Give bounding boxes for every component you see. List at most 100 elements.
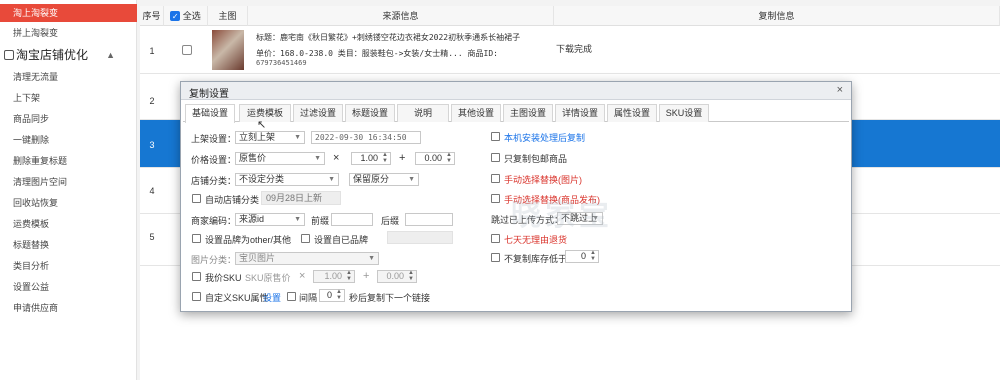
tab-basic[interactable]: 基础设置 — [185, 104, 235, 123]
sidebar-item-top-2[interactable]: 拼上淘裂变 — [0, 24, 137, 42]
sidebar-item-sync[interactable]: 商品同步 — [0, 110, 137, 128]
listing-datetime-input[interactable]: 2022-09-30 16:34:50 — [311, 131, 421, 144]
tab-title[interactable]: 标题设置 — [345, 104, 395, 122]
col-header-copy: 复制信息 — [554, 6, 1000, 26]
price-select[interactable]: 原售价 ▼ — [235, 152, 325, 165]
tab-attribute[interactable]: 属性设置 — [607, 104, 657, 122]
image-category-select[interactable]: 宝贝图片 ▼ — [235, 252, 379, 265]
min-stock-checkbox[interactable] — [491, 253, 500, 262]
settings-tabs: 基础设置 运费模板 过滤设置 标题设置 说明 其他设置 主图设置 详情设置 属性… — [183, 104, 849, 123]
listing-select[interactable]: 立刻上架 ▼ — [235, 131, 305, 144]
prefix-input[interactable] — [331, 213, 373, 226]
select-all-label: 全选 — [182, 11, 201, 21]
interval-checkbox[interactable] — [287, 292, 296, 301]
brand-other-label: 设置品牌为other/其他 — [205, 235, 292, 245]
sku-price-checkbox[interactable] — [192, 272, 201, 281]
brand-input[interactable] — [387, 231, 453, 244]
category-select[interactable]: 不设定分类 ▼ — [235, 173, 339, 186]
close-icon[interactable]: × — [837, 84, 843, 96]
sidebar: 淘上淘裂变 拼上淘裂变 淘宝店铺优化 ▲ 清理无流量 上下架 商品同步 一键删除… — [0, 0, 137, 380]
brand-other-checkbox[interactable] — [192, 234, 201, 243]
option-checkbox-2[interactable] — [491, 153, 500, 162]
copy-status: 下载完成 — [556, 44, 593, 54]
sku-add-value: 0.00 — [386, 271, 404, 281]
product-thumbnail — [212, 30, 244, 70]
row-checkbox[interactable] — [182, 45, 192, 55]
suffix-input[interactable] — [405, 213, 453, 226]
tab-main-image[interactable]: 主图设置 — [503, 104, 553, 122]
suffix-label: 后缀 — [381, 216, 400, 226]
spinner-icon[interactable]: ▲ ▼ — [590, 250, 596, 262]
sku-plus-sign: + — [363, 270, 370, 282]
tab-other[interactable]: 其他设置 — [451, 104, 501, 122]
sidebar-item-clean-traffic[interactable]: 清理无流量 — [0, 68, 137, 86]
price-add-input[interactable]: 0.00 ▲ ▼ — [415, 152, 455, 165]
tab-sku[interactable]: SKU设置 — [659, 104, 709, 122]
dialog-title-bar[interactable]: 复制设置 × — [181, 82, 851, 100]
option-checkbox-4[interactable] — [491, 194, 500, 203]
source-id: 679736451469 — [256, 59, 307, 67]
option-checkbox-1[interactable] — [491, 132, 500, 141]
tab-filter[interactable]: 过滤设置 — [293, 104, 343, 122]
sku-add-input[interactable]: 0.00 ▲ ▼ — [377, 270, 417, 283]
sidebar-item-category[interactable]: 类目分析 — [0, 257, 137, 275]
chevron-down-icon: ▼ — [294, 134, 301, 141]
price-factor-value: 1.00 — [360, 153, 378, 163]
sidebar-item-shipping[interactable]: 运费模板 — [0, 215, 137, 233]
min-stock-input[interactable]: 0 ▲ ▼ — [565, 250, 599, 263]
chevron-down-icon: ▼ — [314, 155, 321, 162]
row-number: 2 — [149, 96, 155, 106]
price-factor-input[interactable]: 1.00 ▲ ▼ — [351, 152, 391, 165]
source-title: 标题：鹿宅南《秋日繁花》+刺绣镂空花边衣裙女2022初秋季通系长袖裙子 — [256, 33, 521, 42]
row-number: 4 — [149, 186, 155, 196]
merchant-code-label: 商家编码： — [191, 216, 237, 226]
col-header-image: 主图 — [208, 6, 248, 26]
custom-sku-label: 自定义SKU属性 — [205, 293, 269, 303]
sku-factor-value: 1.00 — [324, 271, 342, 281]
listing-select-value: 立刻上架 — [239, 132, 276, 142]
min-stock-label: 不复制库存低于 — [504, 254, 568, 264]
spinner-icon[interactable]: ▲ ▼ — [408, 270, 414, 282]
brand-self-checkbox[interactable] — [301, 234, 310, 243]
row-number: 3 — [149, 140, 155, 150]
option-checkbox-3[interactable] — [491, 174, 500, 183]
sidebar-item-supplier[interactable]: 申请供应商 — [0, 299, 137, 317]
option-label-3: 手动选择替换(图片) — [504, 175, 582, 185]
select-all-checkbox[interactable]: ✓ — [170, 11, 181, 21]
mouse-cursor-icon: ↖ — [257, 119, 267, 131]
prefix-label: 前缀 — [311, 216, 330, 226]
tab-detail[interactable]: 详情设置 — [555, 104, 605, 122]
price-add-value: 0.00 — [424, 153, 442, 163]
sidebar-item-listing[interactable]: 上下架 — [0, 89, 137, 107]
sku-factor-input[interactable]: 1.00 ▲ ▼ — [313, 270, 355, 283]
chevron-down-icon: ▼ — [294, 216, 301, 223]
custom-sku-settings-link[interactable]: 设置 — [263, 291, 281, 304]
category-keep-select[interactable]: 保留原分 ▼ — [349, 173, 419, 186]
tab-description[interactable]: 说明 — [397, 104, 449, 122]
sidebar-item-dup-title[interactable]: 删除重复标题 — [0, 152, 137, 170]
interval-value: 0 — [326, 290, 332, 300]
spinner-icon[interactable]: ▲ ▼ — [336, 289, 342, 301]
sidebar-item-delete[interactable]: 一键删除 — [0, 131, 137, 149]
interval-input[interactable]: 0 ▲ ▼ — [319, 289, 345, 302]
sidebar-item-title-replace[interactable]: 标题替换 — [0, 236, 137, 254]
sidebar-item-top-1[interactable]: 淘上淘裂变 — [0, 4, 137, 22]
sidebar-item-recycle[interactable]: 回收站恢复 — [0, 194, 137, 212]
sidebar-item-charity[interactable]: 设置公益 — [0, 278, 137, 296]
chevron-down-icon: ▼ — [328, 176, 335, 183]
spinner-icon[interactable]: ▲ ▼ — [446, 152, 452, 164]
copy-settings-dialog: 复制设置 × 基础设置 运费模板 过滤设置 标题设置 说明 其他设置 主图设置 … — [180, 81, 852, 312]
auto-category-input[interactable]: 09月28日上新 — [261, 191, 341, 205]
col-header-select-all[interactable]: ✓ 全选 — [164, 6, 208, 26]
spinner-icon[interactable]: ▲ ▼ — [346, 270, 352, 282]
spinner-icon[interactable]: ▲ ▼ — [382, 152, 388, 164]
sidebar-section-shop-optimize[interactable]: 淘宝店铺优化 ▲ — [0, 44, 137, 66]
custom-sku-checkbox[interactable] — [192, 292, 201, 301]
sidebar-item-clean-images[interactable]: 清理图片空间 — [0, 173, 137, 191]
price-label: 价格设置： — [191, 155, 237, 165]
merchant-code-select[interactable]: 来源id ▼ — [235, 213, 305, 226]
table-row[interactable]: 1 标题：鹿宅南《秋日繁花》+刺绣镂空花边衣裙女2022初秋季通系长袖裙子 单价… — [140, 26, 1000, 74]
seven-day-return-checkbox[interactable] — [491, 234, 500, 243]
auto-category-checkbox[interactable] — [192, 194, 201, 203]
shop-icon — [4, 50, 14, 60]
